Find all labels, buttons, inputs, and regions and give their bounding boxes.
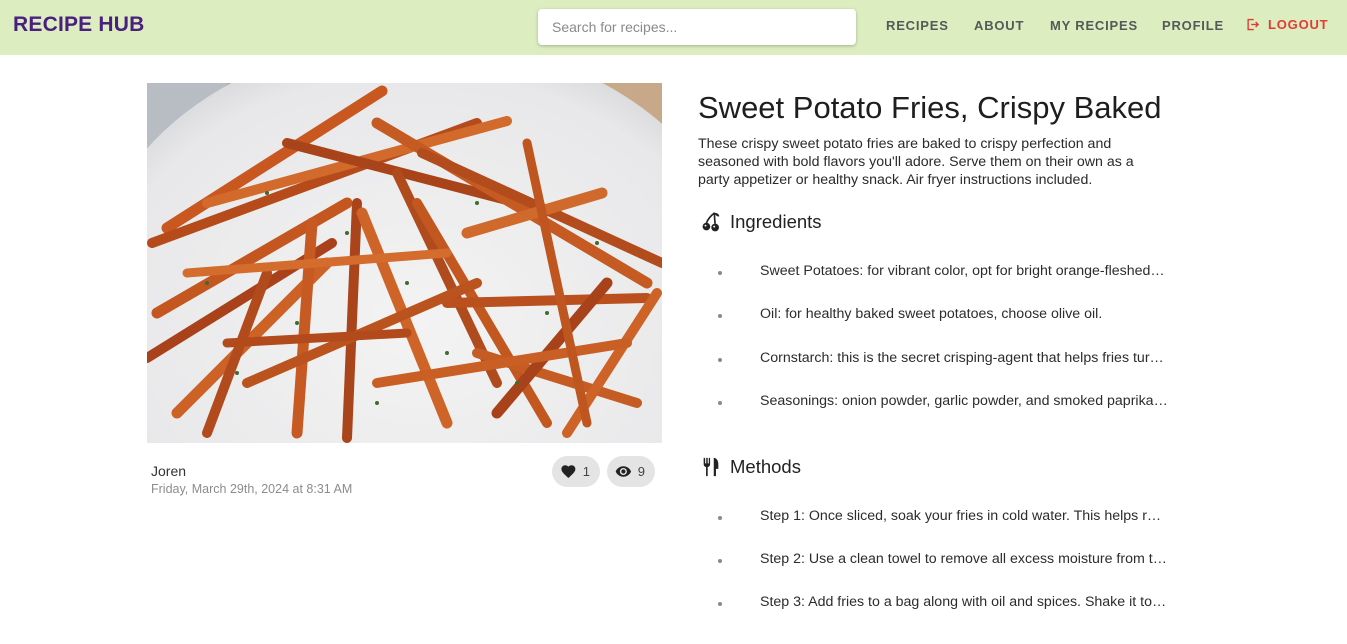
recipe-photo <box>147 83 662 443</box>
logout-button[interactable]: LOGOUT <box>1245 17 1328 32</box>
bullet <box>718 602 722 606</box>
nav-profile-link[interactable]: PROFILE <box>1162 18 1224 33</box>
bullet <box>718 271 722 275</box>
logout-label: LOGOUT <box>1268 17 1329 32</box>
nav-recipes-link[interactable]: RECIPES <box>886 18 949 33</box>
bullet <box>718 516 722 520</box>
ingredient-item: Oil: for healthy baked sweet potatoes, c… <box>718 306 1168 326</box>
bullet <box>718 358 722 362</box>
search-input[interactable] <box>538 9 856 45</box>
ingredient-item: Seasonings: onion powder, garlic powder,… <box>718 393 1168 413</box>
ingredient-item: Cornstarch: this is the secret crisping-… <box>718 350 1168 370</box>
nav-my-recipes-link[interactable]: MY RECIPES <box>1050 18 1138 33</box>
bullet <box>718 559 722 563</box>
methods-heading: Methods <box>700 456 801 478</box>
utensils-icon <box>703 457 719 477</box>
logout-icon <box>1247 18 1260 31</box>
method-item: Step 3: Add fries to a bag along with oi… <box>718 594 1168 614</box>
methods-heading-label: Methods <box>730 456 801 477</box>
views-badge: 9 <box>607 456 655 487</box>
ingredient-item: Sweet Potatoes: for vibrant color, opt f… <box>718 263 1168 283</box>
recipe-description: These crispy sweet potato fries are bake… <box>698 136 1134 188</box>
ingredients-heading-label: Ingredients <box>730 211 822 232</box>
brand-logo[interactable]: RECIPE HUB <box>13 13 145 37</box>
author-name[interactable]: Joren <box>151 463 186 479</box>
cherries-icon <box>702 212 720 232</box>
post-date: Friday, March 29th, 2024 at 8:31 AM <box>151 482 353 496</box>
method-item: Step 2: Use a clean towel to remove all … <box>718 551 1168 571</box>
nav-about-link[interactable]: ABOUT <box>974 18 1024 33</box>
views-count: 9 <box>637 464 645 479</box>
top-app-bar: RECIPE HUB RECIPES ABOUT MY RECIPES PROF… <box>0 0 1347 55</box>
bullet <box>718 314 722 318</box>
ingredients-heading: Ingredients <box>700 211 822 233</box>
method-item: Step 1: Once sliced, soak your fries in … <box>718 508 1168 528</box>
sweet-potato-fries-image <box>147 83 662 443</box>
eye-icon <box>615 466 632 477</box>
heart-icon <box>561 465 576 479</box>
bullet <box>718 401 722 405</box>
recipe-title: Sweet Potato Fries, Crispy Baked <box>698 90 1162 125</box>
likes-button[interactable]: 1 <box>552 456 600 487</box>
likes-count: 1 <box>582 464 590 479</box>
